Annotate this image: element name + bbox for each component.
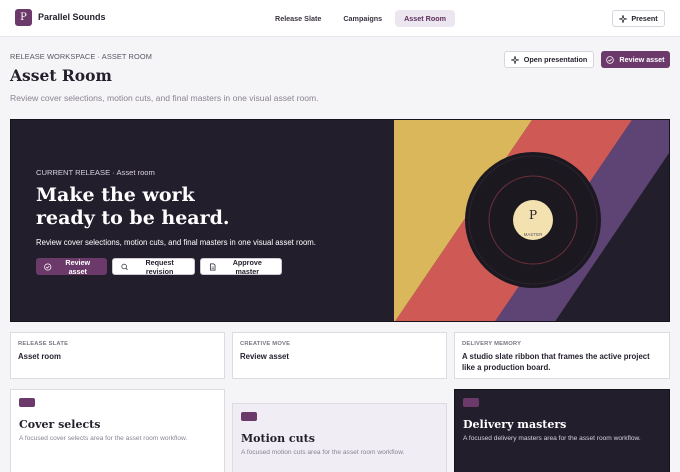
nav-release-slate[interactable]: Release Slate bbox=[266, 10, 330, 27]
brand-name: Parallel Sounds bbox=[38, 12, 106, 22]
info-card-creative-move: CREATIVE MOVE Review asset bbox=[232, 332, 447, 379]
search-icon bbox=[121, 263, 128, 270]
main-nav: Release Slate Campaigns Asset Room bbox=[266, 10, 456, 27]
hero-actions: Review asset Request revision Approve ma… bbox=[36, 257, 282, 276]
card-title: Cover selects bbox=[19, 418, 101, 431]
info-card-value: Review asset bbox=[240, 352, 289, 361]
request-revision-button[interactable]: Request revision bbox=[112, 257, 195, 276]
check-circle-icon bbox=[606, 55, 615, 64]
sparkle-icon bbox=[510, 55, 519, 64]
page-eyebrow: RELEASE WORKSPACE · ASSET ROOM bbox=[10, 52, 152, 61]
open-presentation-label: Open presentation bbox=[523, 55, 588, 64]
info-card-label: CREATIVE MOVE bbox=[240, 341, 291, 347]
card-tag bbox=[241, 412, 257, 421]
present-label: Present bbox=[631, 14, 658, 23]
sparkle-icon bbox=[619, 14, 628, 23]
feature-card-motion-cuts[interactable]: Motion cuts A focused motion cuts area f… bbox=[232, 403, 447, 472]
review-asset-label: Review asset bbox=[619, 55, 665, 64]
card-description: A focused delivery masters area for the … bbox=[463, 435, 641, 442]
hero-artwork: P MASTER bbox=[394, 120, 669, 321]
hero-description: Review cover selections, motion cuts, an… bbox=[36, 238, 316, 247]
document-icon bbox=[210, 262, 216, 271]
hero-title-line2: ready to be heard. bbox=[36, 207, 230, 229]
review-asset-button[interactable]: Review asset bbox=[601, 51, 670, 68]
info-card-value: A studio slate ribbon that frames the ac… bbox=[462, 352, 650, 372]
check-circle-icon bbox=[44, 262, 52, 271]
top-bar: P Parallel Sounds Release Slate Campaign… bbox=[0, 0, 680, 37]
nav-campaigns[interactable]: Campaigns bbox=[334, 10, 391, 27]
card-description: A focused cover selects area for the ass… bbox=[19, 435, 188, 442]
card-description: A focused motion cuts area for the asset… bbox=[241, 449, 405, 456]
feature-card-cover-selects[interactable]: Cover selects A focused cover selects ar… bbox=[10, 389, 225, 472]
hero-title: Make the work ready to be heard. bbox=[36, 184, 230, 230]
hero-review-button[interactable]: Review asset bbox=[36, 257, 107, 276]
request-revision-label: Request revision bbox=[145, 257, 174, 276]
present-button[interactable]: Present bbox=[612, 10, 665, 27]
feature-card-delivery-masters[interactable]: Delivery masters A focused delivery mast… bbox=[454, 389, 670, 472]
info-card-release-slate: RELEASE SLATE Asset room bbox=[10, 332, 225, 379]
app-logo[interactable]: P bbox=[15, 9, 32, 26]
hero-banner: P MASTER CURRENT RELEASE · Asset room Ma… bbox=[10, 119, 670, 322]
approve-master-button[interactable]: Approve master bbox=[200, 257, 282, 276]
hero-eyebrow: CURRENT RELEASE · Asset room bbox=[36, 168, 155, 177]
info-card-label: DELIVERY MEMORY bbox=[462, 341, 522, 347]
open-presentation-button[interactable]: Open presentation bbox=[504, 51, 594, 68]
card-tag bbox=[19, 398, 35, 407]
info-card-label: RELEASE SLATE bbox=[18, 341, 69, 347]
record-letter: P bbox=[529, 208, 537, 222]
page-subtitle: Review cover selections, motion cuts, an… bbox=[10, 93, 319, 103]
record-label: MASTER bbox=[524, 232, 544, 237]
nav-asset-room[interactable]: Asset Room bbox=[395, 10, 456, 27]
hero-title-line1: Make the work bbox=[36, 184, 195, 206]
approve-master-label: Approve master bbox=[232, 257, 262, 276]
card-tag bbox=[463, 398, 479, 407]
info-card-delivery-memory: DELIVERY MEMORY A studio slate ribbon th… bbox=[454, 332, 670, 379]
card-title: Motion cuts bbox=[241, 432, 315, 445]
info-card-value: Asset room bbox=[18, 352, 61, 361]
hero-review-label: Review asset bbox=[65, 257, 91, 276]
page-title: Asset Room bbox=[10, 66, 112, 85]
card-title: Delivery masters bbox=[463, 418, 567, 431]
